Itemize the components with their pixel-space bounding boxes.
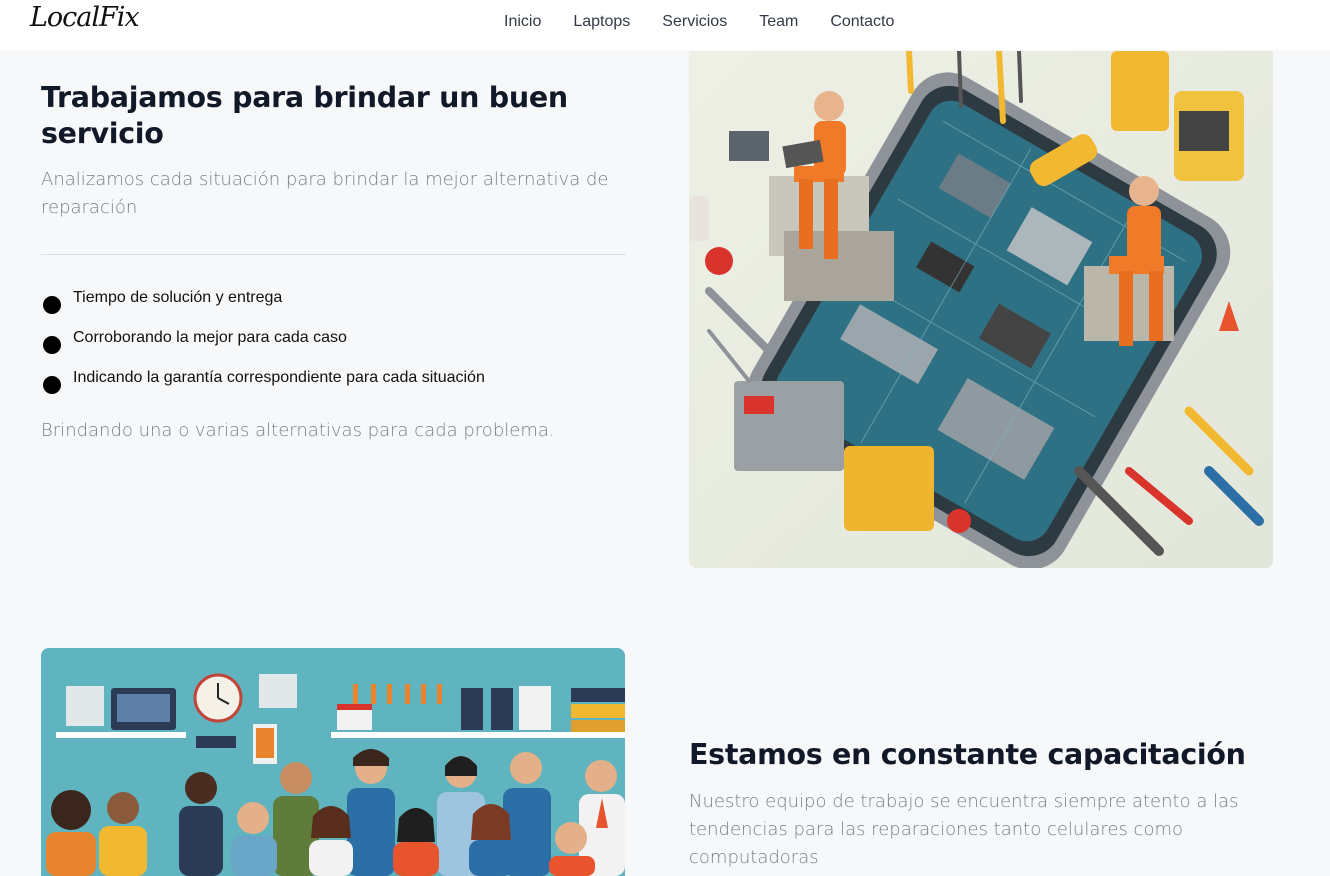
feature-list: Tiempo de solución y entrega Corroborand…: [41, 285, 485, 405]
bullet-icon: [43, 376, 61, 394]
nav-item-servicios[interactable]: Servicios: [662, 13, 727, 31]
nav-item-contacto[interactable]: Contacto: [830, 13, 894, 31]
bullet-icon: [43, 296, 61, 314]
phone-repair-image: [689, 51, 1273, 568]
nav-item-laptops[interactable]: Laptops: [573, 13, 630, 31]
section-divider: [41, 254, 626, 255]
phone-repair-illustration: [689, 51, 1273, 568]
service-heading: Trabajamos para brindar un buen servicio: [41, 81, 568, 150]
training-heading: Estamos en constante capacitación: [689, 738, 1246, 771]
service-section: Trabajamos para brindar un buen servicio…: [41, 80, 626, 222]
feature-item: Corroborando la mejor para cada caso: [41, 325, 485, 365]
training-subtitle: Nuestro equipo de trabajo se encuentra s…: [689, 791, 1239, 868]
team-illustration: [41, 648, 625, 876]
localfix-logo[interactable]: LocalFix: [30, 0, 140, 40]
team-training-image: [41, 648, 625, 876]
top-navbar: LocalFix Inicio Laptops Servicios Team C…: [0, 0, 1330, 50]
feature-text: Corroborando la mejor para cada caso: [73, 329, 347, 346]
service-closing-text: Brindando una o varias alternativas para…: [41, 420, 555, 441]
main-nav: Inicio Laptops Servicios Team Contacto: [504, 0, 926, 44]
feature-item: Tiempo de solución y entrega: [41, 285, 485, 325]
nav-item-team[interactable]: Team: [759, 13, 798, 31]
service-subtitle: Analizamos cada situación para brindar l…: [41, 169, 609, 218]
training-section: Estamos en constante capacitación Nuestr…: [689, 736, 1289, 872]
bullet-icon: [43, 336, 61, 354]
feature-item: Indicando la garantía correspondiente pa…: [41, 365, 485, 405]
nav-item-inicio[interactable]: Inicio: [504, 13, 541, 31]
feature-text: Tiempo de solución y entrega: [73, 289, 283, 306]
feature-text: Indicando la garantía correspondiente pa…: [73, 369, 485, 386]
